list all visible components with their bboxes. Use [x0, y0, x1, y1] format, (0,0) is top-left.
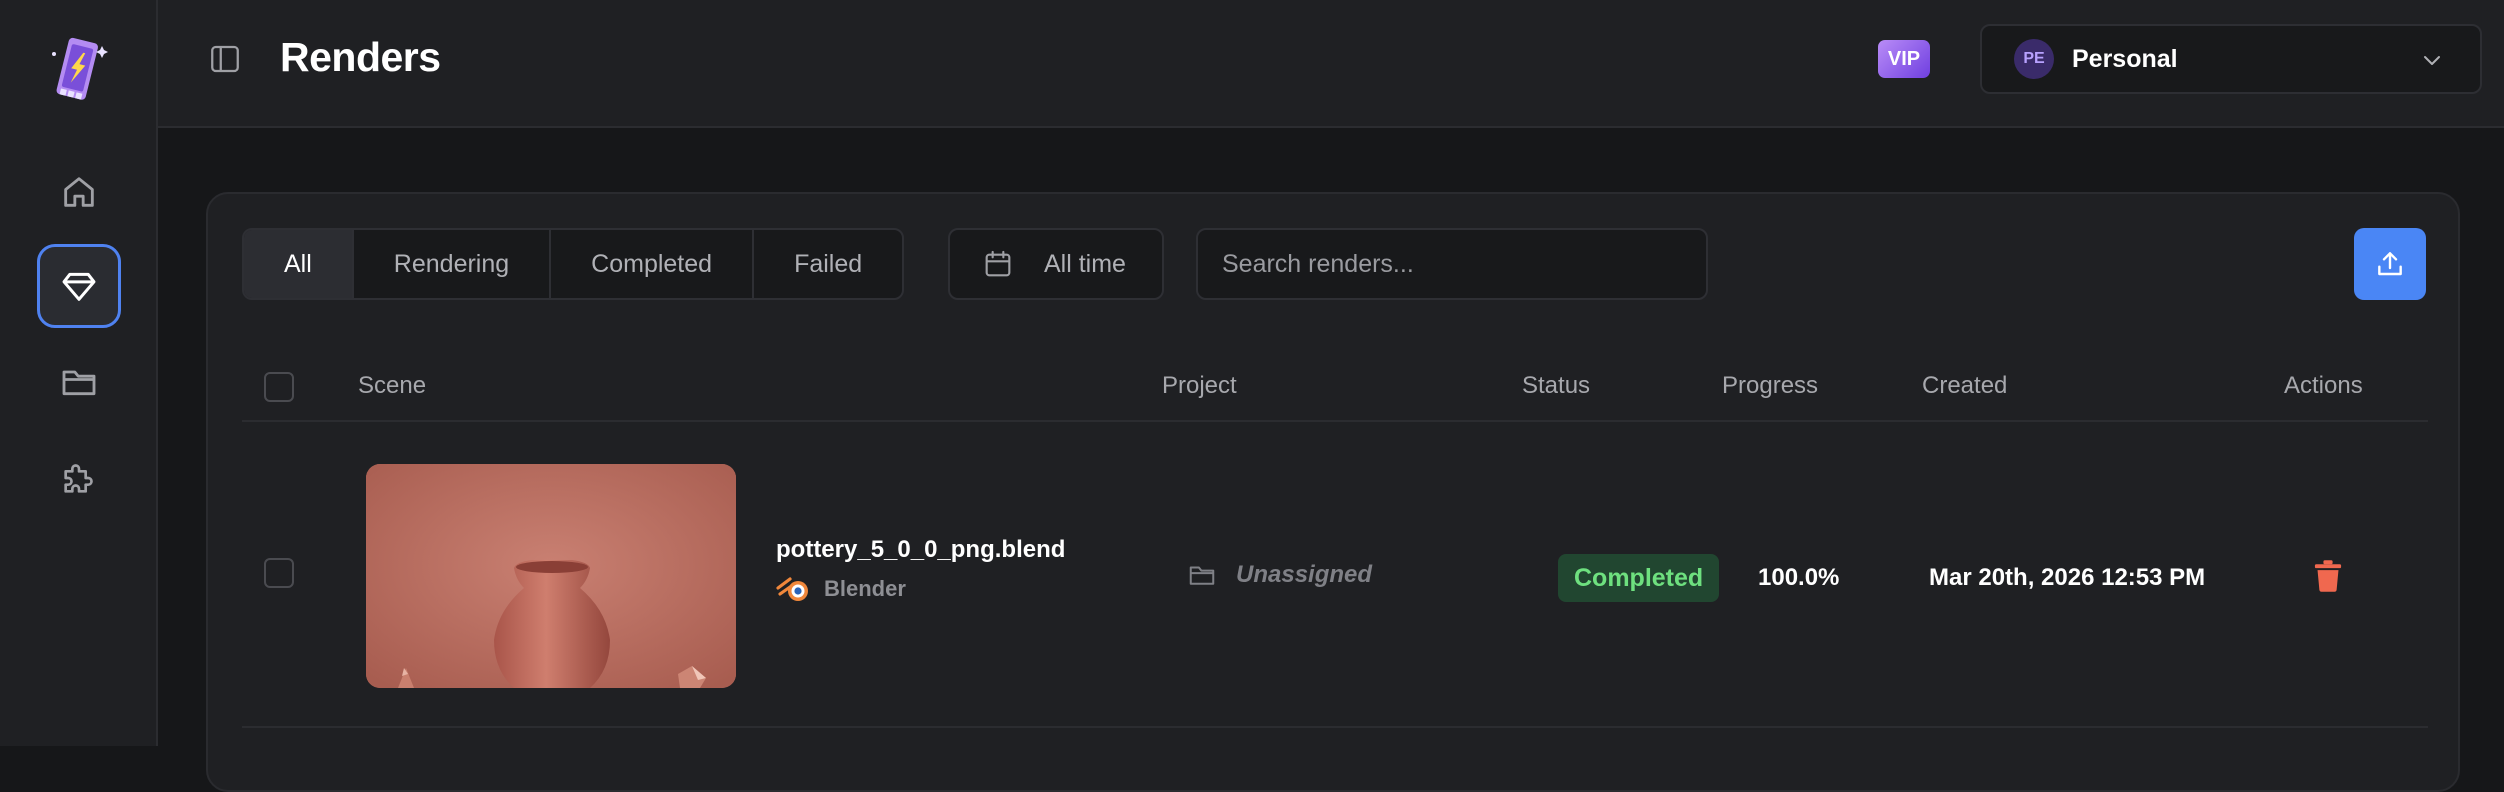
- chevron-down-icon: [2424, 56, 2440, 65]
- puzzle-icon: [64, 464, 93, 493]
- header: Renders VIP PE Personal: [158, 0, 2504, 128]
- sidebar-item-projects[interactable]: [37, 340, 121, 424]
- row-checkbox[interactable]: [264, 558, 294, 588]
- search-input[interactable]: [1196, 228, 1708, 300]
- folder-icon: [1189, 566, 1215, 585]
- sidebar: [0, 0, 158, 746]
- column-header-scene[interactable]: Scene: [358, 372, 426, 400]
- column-header-progress[interactable]: Progress: [1722, 372, 1818, 400]
- column-header-actions: Actions: [2284, 372, 2363, 399]
- upload-button[interactable]: [2354, 228, 2426, 300]
- upload-icon: [2378, 252, 2402, 276]
- sidebar-item-renders[interactable]: [37, 244, 121, 328]
- delete-button[interactable]: [2308, 556, 2348, 596]
- trash-icon: [2314, 560, 2342, 592]
- page-title: Renders: [280, 34, 441, 80]
- sidebar-toggle-button[interactable]: [208, 42, 242, 76]
- diamond-icon: [62, 272, 96, 301]
- folder-icon: [62, 370, 96, 396]
- table-header: Scene Project Status Progress Created Ac…: [242, 354, 2428, 422]
- workspace-name: Personal: [2072, 44, 2178, 73]
- vip-badge[interactable]: VIP: [1878, 40, 1930, 78]
- sidebar-toggle-icon: [211, 45, 239, 73]
- tab-completed[interactable]: Completed: [551, 230, 755, 298]
- workspace-selector[interactable]: PE Personal: [1980, 24, 2482, 94]
- scene-thumbnail[interactable]: [366, 464, 736, 688]
- project-name: Unassigned: [1236, 561, 1373, 588]
- progress-value: 100.0%: [1758, 564, 1840, 591]
- column-header-status[interactable]: Status: [1522, 372, 1590, 400]
- blender-icon: [776, 577, 808, 601]
- render-engine: Blender: [776, 574, 906, 604]
- renders-panel: All Rendering Completed Failed All time …: [206, 192, 2460, 792]
- avatar: PE: [2014, 39, 2054, 79]
- scene-name[interactable]: pottery_5_0_0_png.blend: [776, 536, 1065, 564]
- table-row[interactable]: pottery_5_0_0_png.blend Blender Unassign…: [242, 422, 2428, 728]
- column-header-created[interactable]: Created: [1922, 372, 2007, 400]
- sidebar-item-plugins[interactable]: [37, 436, 121, 520]
- tab-rendering[interactable]: Rendering: [354, 230, 552, 298]
- tab-failed[interactable]: Failed: [754, 230, 902, 298]
- app-logo[interactable]: [46, 32, 110, 108]
- tab-all[interactable]: All: [244, 230, 354, 298]
- date-range-label: All time: [1044, 249, 1126, 278]
- sidebar-item-home[interactable]: [37, 150, 121, 234]
- render-engine-label: Blender: [824, 576, 906, 601]
- select-all-checkbox[interactable]: [264, 372, 294, 402]
- status-badge: Completed: [1558, 554, 1720, 602]
- date-range-filter[interactable]: All time: [948, 228, 1164, 300]
- status-filter-tabs: All Rendering Completed Failed: [242, 228, 905, 300]
- created-timestamp: Mar 20th, 2026 12:53 PM: [1929, 564, 2206, 591]
- calendar-icon: [985, 250, 1011, 277]
- project-assignment[interactable]: Unassigned: [1186, 560, 1372, 590]
- home-icon: [64, 177, 94, 207]
- column-header-project[interactable]: Project: [1162, 372, 1237, 400]
